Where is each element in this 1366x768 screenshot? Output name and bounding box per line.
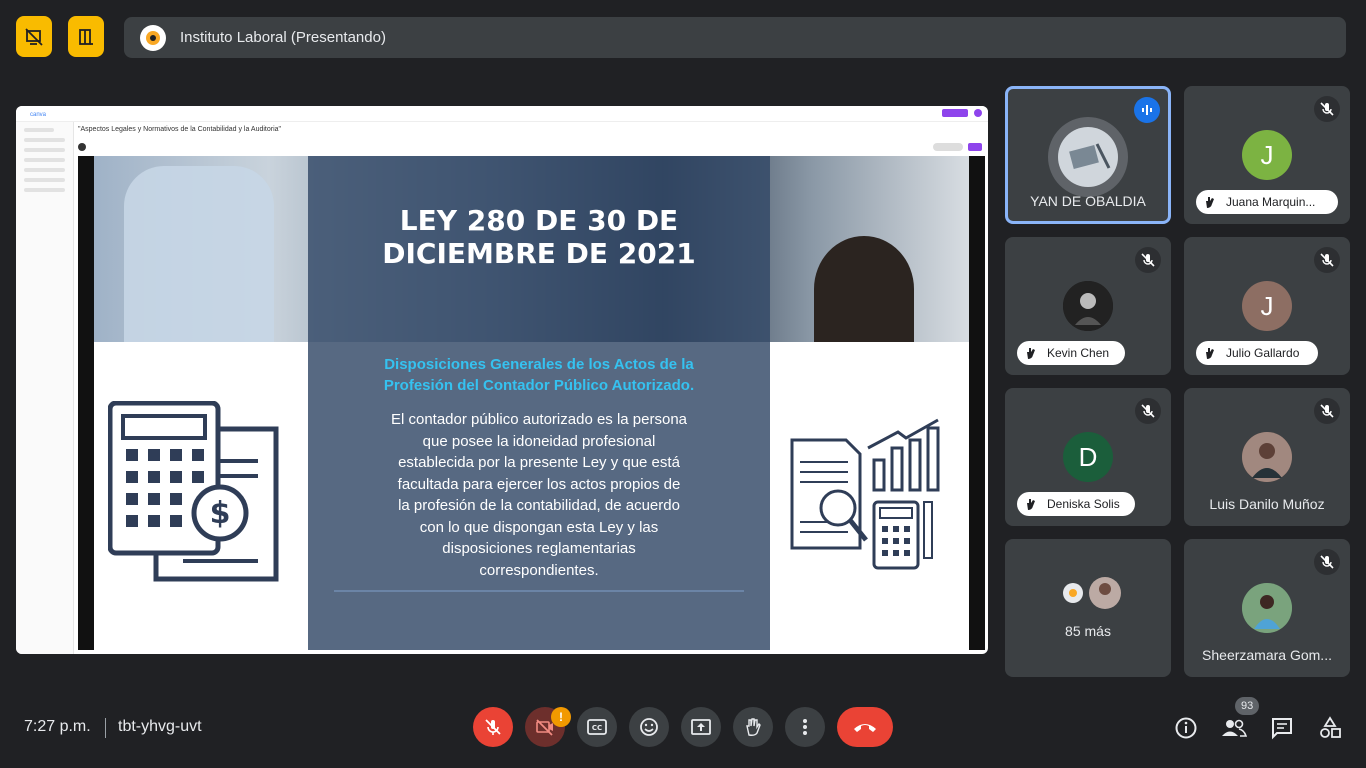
participant-name: Deniska Solis xyxy=(1047,497,1120,511)
participant-tile-sheerzamara[interactable]: Sheerzamara Gom... xyxy=(1184,539,1350,677)
presenter-name: Instituto Laboral (Presentando) xyxy=(180,29,386,46)
clock: 7:27 p.m. xyxy=(24,718,91,735)
people-button[interactable] xyxy=(1220,714,1248,742)
people-count-badge: 93 xyxy=(1235,697,1260,715)
mic-off-icon xyxy=(1314,549,1340,575)
name-pill: Kevin Chen xyxy=(1017,341,1125,365)
reactions-button[interactable] xyxy=(629,707,669,747)
chat-icon xyxy=(1272,718,1292,740)
mic-off-icon xyxy=(1135,247,1161,273)
emoji-icon xyxy=(640,718,658,736)
name-pill: Deniska Solis xyxy=(1017,492,1135,516)
camera-alert-badge: ! xyxy=(551,707,571,727)
name-pill: Juana Marquin... xyxy=(1196,190,1338,214)
speaking-indicator-icon xyxy=(1134,97,1160,123)
meeting-code: tbt-yhvg-uvt xyxy=(118,718,202,735)
raised-hand-icon xyxy=(1023,345,1039,361)
door-icon xyxy=(79,28,93,45)
participant-tile-yan-de-obaldia[interactable]: YAN DE OBALDIA xyxy=(1005,86,1171,224)
more-options-button[interactable] xyxy=(785,707,825,747)
slide: LEY 280 DE 30 DE DICIEMBRE DE 2021 Dispo… xyxy=(94,156,969,650)
captions-icon: CC xyxy=(587,719,607,735)
svg-text:CC: CC xyxy=(592,724,602,732)
shared-doc-meta xyxy=(78,139,983,151)
chat-button[interactable] xyxy=(1268,714,1296,742)
slide-heading: LEY 280 DE 30 DE DICIEMBRE DE 2021 xyxy=(382,204,696,270)
more-participants-count: 85 más xyxy=(1065,623,1111,639)
participant-tile-kevin-chen[interactable]: Kevin Chen xyxy=(1005,237,1171,375)
meeting-details-button[interactable] xyxy=(1172,714,1200,742)
slides-off-icon xyxy=(25,27,43,46)
info-icon xyxy=(1175,717,1197,739)
mic-off-icon xyxy=(485,719,501,735)
raise-hand-button[interactable] xyxy=(733,707,773,747)
hand-icon xyxy=(746,718,761,736)
slide-underline xyxy=(334,590,744,592)
participant-tile-deniska-solis[interactable]: D Deniska Solis xyxy=(1005,388,1171,526)
activities-shapes-icon xyxy=(1320,716,1341,738)
participant-name: YAN DE OBALDIA xyxy=(1030,193,1146,209)
participant-tile-juana[interactable]: J Juana Marquin... xyxy=(1184,86,1350,224)
participant-stack-icon xyxy=(1063,577,1121,609)
hidden-presentation-icon-button[interactable] xyxy=(16,16,52,57)
avatar-initial: J xyxy=(1242,281,1292,331)
participant-name: Sheerzamara Gom... xyxy=(1202,647,1332,663)
people-icon xyxy=(1222,719,1247,737)
divider xyxy=(105,718,106,738)
participant-name: Luis Danilo Muñoz xyxy=(1209,496,1325,512)
raised-hand-icon xyxy=(1202,194,1218,210)
svg-text:$: $ xyxy=(210,496,231,531)
more-participants-tile[interactable]: 85 más xyxy=(1005,539,1171,677)
avatar xyxy=(1242,583,1292,633)
mic-off-icon xyxy=(1314,96,1340,122)
svg-text:canva: canva xyxy=(30,112,47,118)
raised-hand-icon xyxy=(1023,496,1039,512)
presenter-bar: Instituto Laboral (Presentando) xyxy=(124,17,1346,58)
captions-button[interactable]: CC xyxy=(577,707,617,747)
slide-frame: LEY 280 DE 30 DE DICIEMBRE DE 2021 Dispo… xyxy=(78,156,985,650)
present-screen-button[interactable] xyxy=(681,707,721,747)
activities-button[interactable] xyxy=(1316,714,1344,742)
mic-off-icon xyxy=(1135,398,1161,424)
raised-hand-icon xyxy=(1202,345,1218,361)
avatar xyxy=(1063,281,1113,331)
avatar-initial: D xyxy=(1063,432,1113,482)
mic-off-icon xyxy=(1314,247,1340,273)
leave-call-button[interactable] xyxy=(837,707,893,747)
calculator-document-icon: $ xyxy=(108,401,279,582)
avatar xyxy=(1048,117,1128,197)
shared-app-toolbar: canva xyxy=(16,106,988,122)
participant-name: Kevin Chen xyxy=(1047,346,1110,360)
participant-tile-julio-gallardo[interactable]: J Julio Gallardo xyxy=(1184,237,1350,375)
more-vert-icon xyxy=(803,719,807,735)
microphone-toggle-button[interactable] xyxy=(473,707,513,747)
shared-app-sidebar xyxy=(16,122,74,654)
mic-off-icon xyxy=(1314,398,1340,424)
participant-tile-luis-danilo[interactable]: Luis Danilo Muñoz xyxy=(1184,388,1350,526)
report-chart-icon xyxy=(790,418,940,570)
pin-layout-button[interactable] xyxy=(68,16,104,57)
presenter-logo-icon xyxy=(140,24,166,51)
name-pill: Julio Gallardo xyxy=(1196,341,1318,365)
present-icon xyxy=(691,719,711,735)
phone-hangup-icon xyxy=(854,724,876,732)
participant-name: Julio Gallardo xyxy=(1226,346,1300,360)
presentation-stage[interactable]: canva "Aspectos Legales y Normativos de … xyxy=(16,106,988,654)
shared-doc-title: "Aspectos Legales y Normativos de la Con… xyxy=(78,126,282,133)
avatar xyxy=(1242,432,1292,482)
slide-subheading: Disposiciones Generales de los Actos de … xyxy=(383,356,695,394)
slide-body: El contador público autorizado es la per… xyxy=(390,411,688,579)
avatar-initial: J xyxy=(1242,130,1292,180)
participant-name: Juana Marquin... xyxy=(1226,195,1316,209)
